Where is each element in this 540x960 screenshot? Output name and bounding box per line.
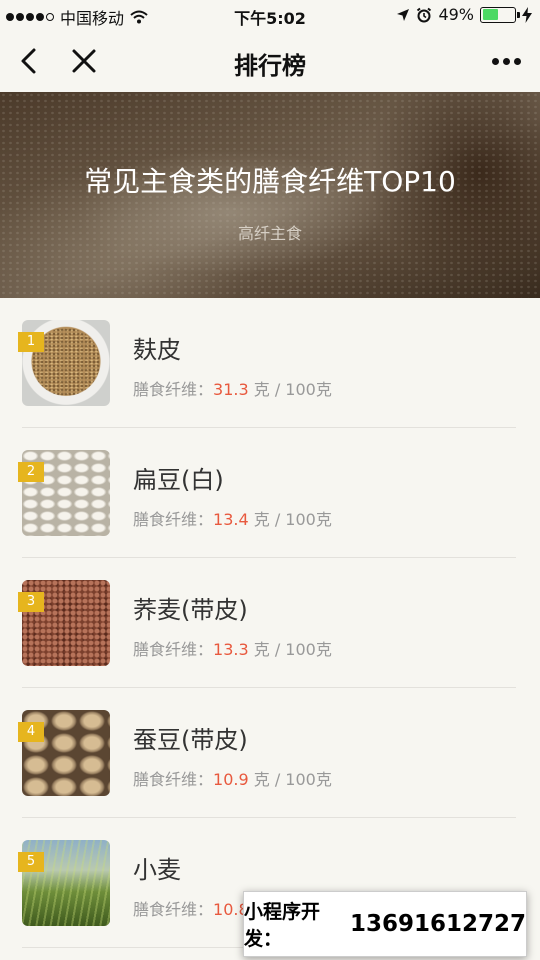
food-name: 蚕豆(带皮)	[133, 726, 248, 754]
close-icon	[72, 49, 96, 73]
list-item[interactable]: 1 麸皮 膳食纤维：31.3 克 / 100克	[0, 298, 540, 428]
list-item[interactable]: 3 荞麦(带皮) 膳食纤维：13.3 克 / 100克	[0, 558, 540, 688]
fiber-unit: 克 / 100克	[253, 380, 332, 399]
banner: 常见主食类的膳食纤维TOP10 高纤主食	[0, 92, 540, 298]
alarm-icon	[417, 7, 432, 22]
fiber-info: 膳食纤维：31.3 克 / 100克	[133, 376, 332, 400]
ranking-list: 1 麸皮 膳食纤维：31.3 克 / 100克 2 扁豆(白) 膳食纤维：13.…	[0, 298, 540, 948]
battery-icon	[480, 6, 520, 23]
charging-bolt-icon	[522, 6, 532, 23]
fiber-label: 膳食纤维：	[133, 510, 214, 529]
fiber-unit: 克 / 100克	[253, 770, 332, 789]
fiber-info: 膳食纤维：13.4 克 / 100克	[133, 506, 332, 530]
status-bar: 中国移动 下午5:02 49%	[0, 0, 540, 30]
fiber-value: 13.4	[213, 510, 249, 529]
more-dots-icon	[491, 57, 499, 65]
rank-badge: 4	[18, 722, 44, 742]
rank-badge: 3	[18, 592, 44, 612]
fiber-info: 膳食纤维：13.3 克 / 100克	[133, 636, 332, 660]
developer-phone: 13691612727	[349, 911, 526, 937]
location-arrow-icon	[397, 8, 410, 21]
fiber-label: 膳食纤维：	[133, 900, 214, 919]
developer-contact-overlay: 小程序开发： 13691612727	[243, 891, 527, 957]
food-name: 小麦	[133, 856, 181, 884]
rank-badge: 5	[18, 852, 44, 872]
fiber-info: 膳食纤维：10.8	[133, 896, 249, 920]
nav-bar: 排行榜	[0, 30, 540, 92]
rank-badge: 1	[18, 332, 44, 352]
food-name: 麸皮	[133, 336, 181, 364]
food-name: 扁豆(白)	[133, 466, 224, 494]
fiber-unit: 克 / 100克	[253, 510, 332, 529]
back-button[interactable]	[10, 44, 46, 78]
fiber-info: 膳食纤维：10.9 克 / 100克	[133, 766, 332, 790]
list-item[interactable]: 4 蚕豆(带皮) 膳食纤维：10.9 克 / 100克	[0, 688, 540, 818]
banner-title: 常见主食类的膳食纤维TOP10	[84, 165, 456, 198]
fiber-value: 10.9	[213, 770, 249, 789]
developer-label: 小程序开发：	[244, 901, 321, 950]
more-button[interactable]	[484, 44, 528, 78]
fiber-value: 31.3	[213, 380, 249, 399]
list-item[interactable]: 2 扁豆(白) 膳食纤维：13.4 克 / 100克	[0, 428, 540, 558]
food-name: 荞麦(带皮)	[133, 596, 248, 624]
fiber-value: 13.3	[213, 640, 249, 659]
rank-badge: 2	[18, 462, 44, 482]
fiber-unit: 克 / 100克	[253, 640, 332, 659]
back-chevron-icon	[21, 48, 36, 74]
fiber-label: 膳食纤维：	[133, 770, 214, 789]
fiber-label: 膳食纤维：	[133, 380, 214, 399]
banner-subtitle: 高纤主食	[237, 224, 302, 243]
close-button[interactable]	[66, 44, 102, 78]
status-right: 49%	[396, 5, 532, 24]
battery-fill	[482, 9, 498, 20]
battery-percent: 49%	[438, 5, 474, 24]
fiber-label: 膳食纤维：	[133, 640, 214, 659]
